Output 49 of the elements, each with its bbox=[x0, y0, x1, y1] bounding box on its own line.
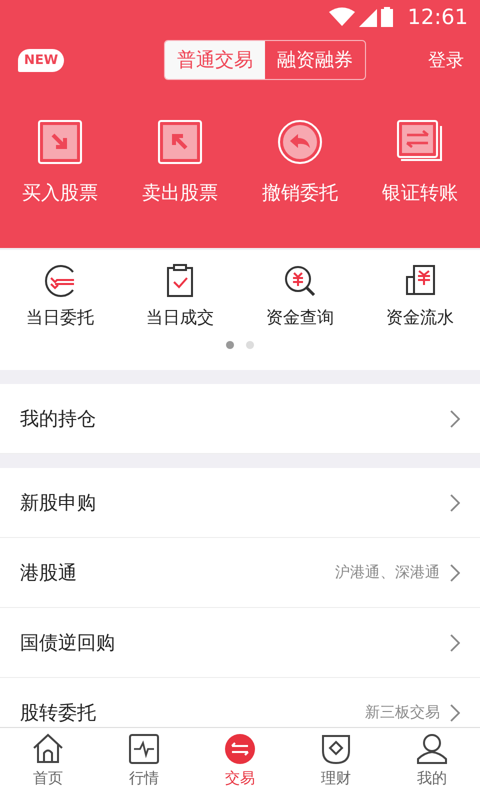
mode-tab[interactable]: 普通交易 bbox=[165, 41, 266, 79]
row-label: 股转委托 bbox=[20, 700, 97, 726]
action-label[interactable]: 买入股票 bbox=[22, 180, 98, 206]
nav-tab[interactable]: 交易 bbox=[192, 728, 288, 800]
arrow-up-left-icon[interactable] bbox=[158, 120, 202, 164]
action-label[interactable]: 撤销委托 bbox=[262, 180, 338, 206]
status-time: 12:61 bbox=[407, 5, 468, 29]
nav-tab[interactable]: 首页 bbox=[0, 728, 96, 800]
wifi-icon bbox=[329, 7, 356, 27]
row-label: 新股申购 bbox=[20, 490, 97, 516]
row-label: 港股通 bbox=[20, 560, 78, 586]
menu-row[interactable]: 新股申购 bbox=[0, 468, 480, 538]
row-label: 我的持仓 bbox=[20, 406, 97, 432]
action-label[interactable]: 卖出股票 bbox=[142, 180, 218, 206]
arrow-down-right-icon[interactable] bbox=[38, 120, 82, 164]
chevron-right-icon bbox=[450, 564, 460, 582]
menu-row[interactable]: 国债逆回购 bbox=[0, 608, 480, 678]
row-label: 国债逆回购 bbox=[20, 630, 116, 656]
row-note: 新三板交易 bbox=[365, 703, 440, 722]
row-note: 沪港通、深港通 bbox=[335, 563, 440, 582]
nav-tab[interactable]: 我的 bbox=[384, 728, 480, 800]
menu-row[interactable]: 我的持仓 bbox=[0, 384, 480, 454]
chevron-right-icon bbox=[450, 410, 460, 428]
battery-icon bbox=[381, 7, 394, 27]
undo-icon[interactable] bbox=[278, 120, 322, 164]
shortcut-label[interactable]: 资金查询 bbox=[266, 306, 334, 329]
pulse-chart-icon bbox=[128, 733, 160, 765]
new-badge[interactable]: NEW bbox=[18, 48, 64, 72]
orders-icon[interactable] bbox=[43, 264, 77, 298]
action-label[interactable]: 银证转账 bbox=[382, 180, 458, 206]
search-money-icon[interactable] bbox=[283, 264, 317, 298]
chevron-right-icon bbox=[450, 704, 460, 722]
chevron-right-icon bbox=[450, 494, 460, 512]
chevron-right-icon bbox=[450, 634, 460, 652]
transfer-icon[interactable] bbox=[397, 120, 443, 164]
menu-row[interactable]: 港股通 沪港通、深港通 bbox=[0, 538, 480, 608]
mode-tab[interactable]: 融资融券 bbox=[265, 41, 366, 79]
money-document-icon[interactable] bbox=[403, 264, 437, 298]
nav-tab[interactable]: 行情 bbox=[96, 728, 192, 800]
shield-icon bbox=[320, 733, 352, 765]
nav-tab[interactable]: 理财 bbox=[288, 728, 384, 800]
signal-icon bbox=[359, 7, 378, 27]
shortcut-label[interactable]: 资金流水 bbox=[386, 306, 454, 329]
home-icon bbox=[32, 733, 64, 765]
login-link[interactable]: 登录 bbox=[428, 48, 464, 72]
shortcut-label[interactable]: 当日委托 bbox=[26, 306, 94, 329]
user-icon bbox=[416, 733, 448, 765]
shortcut-label[interactable]: 当日成交 bbox=[146, 306, 214, 329]
exchange-icon bbox=[224, 733, 256, 765]
